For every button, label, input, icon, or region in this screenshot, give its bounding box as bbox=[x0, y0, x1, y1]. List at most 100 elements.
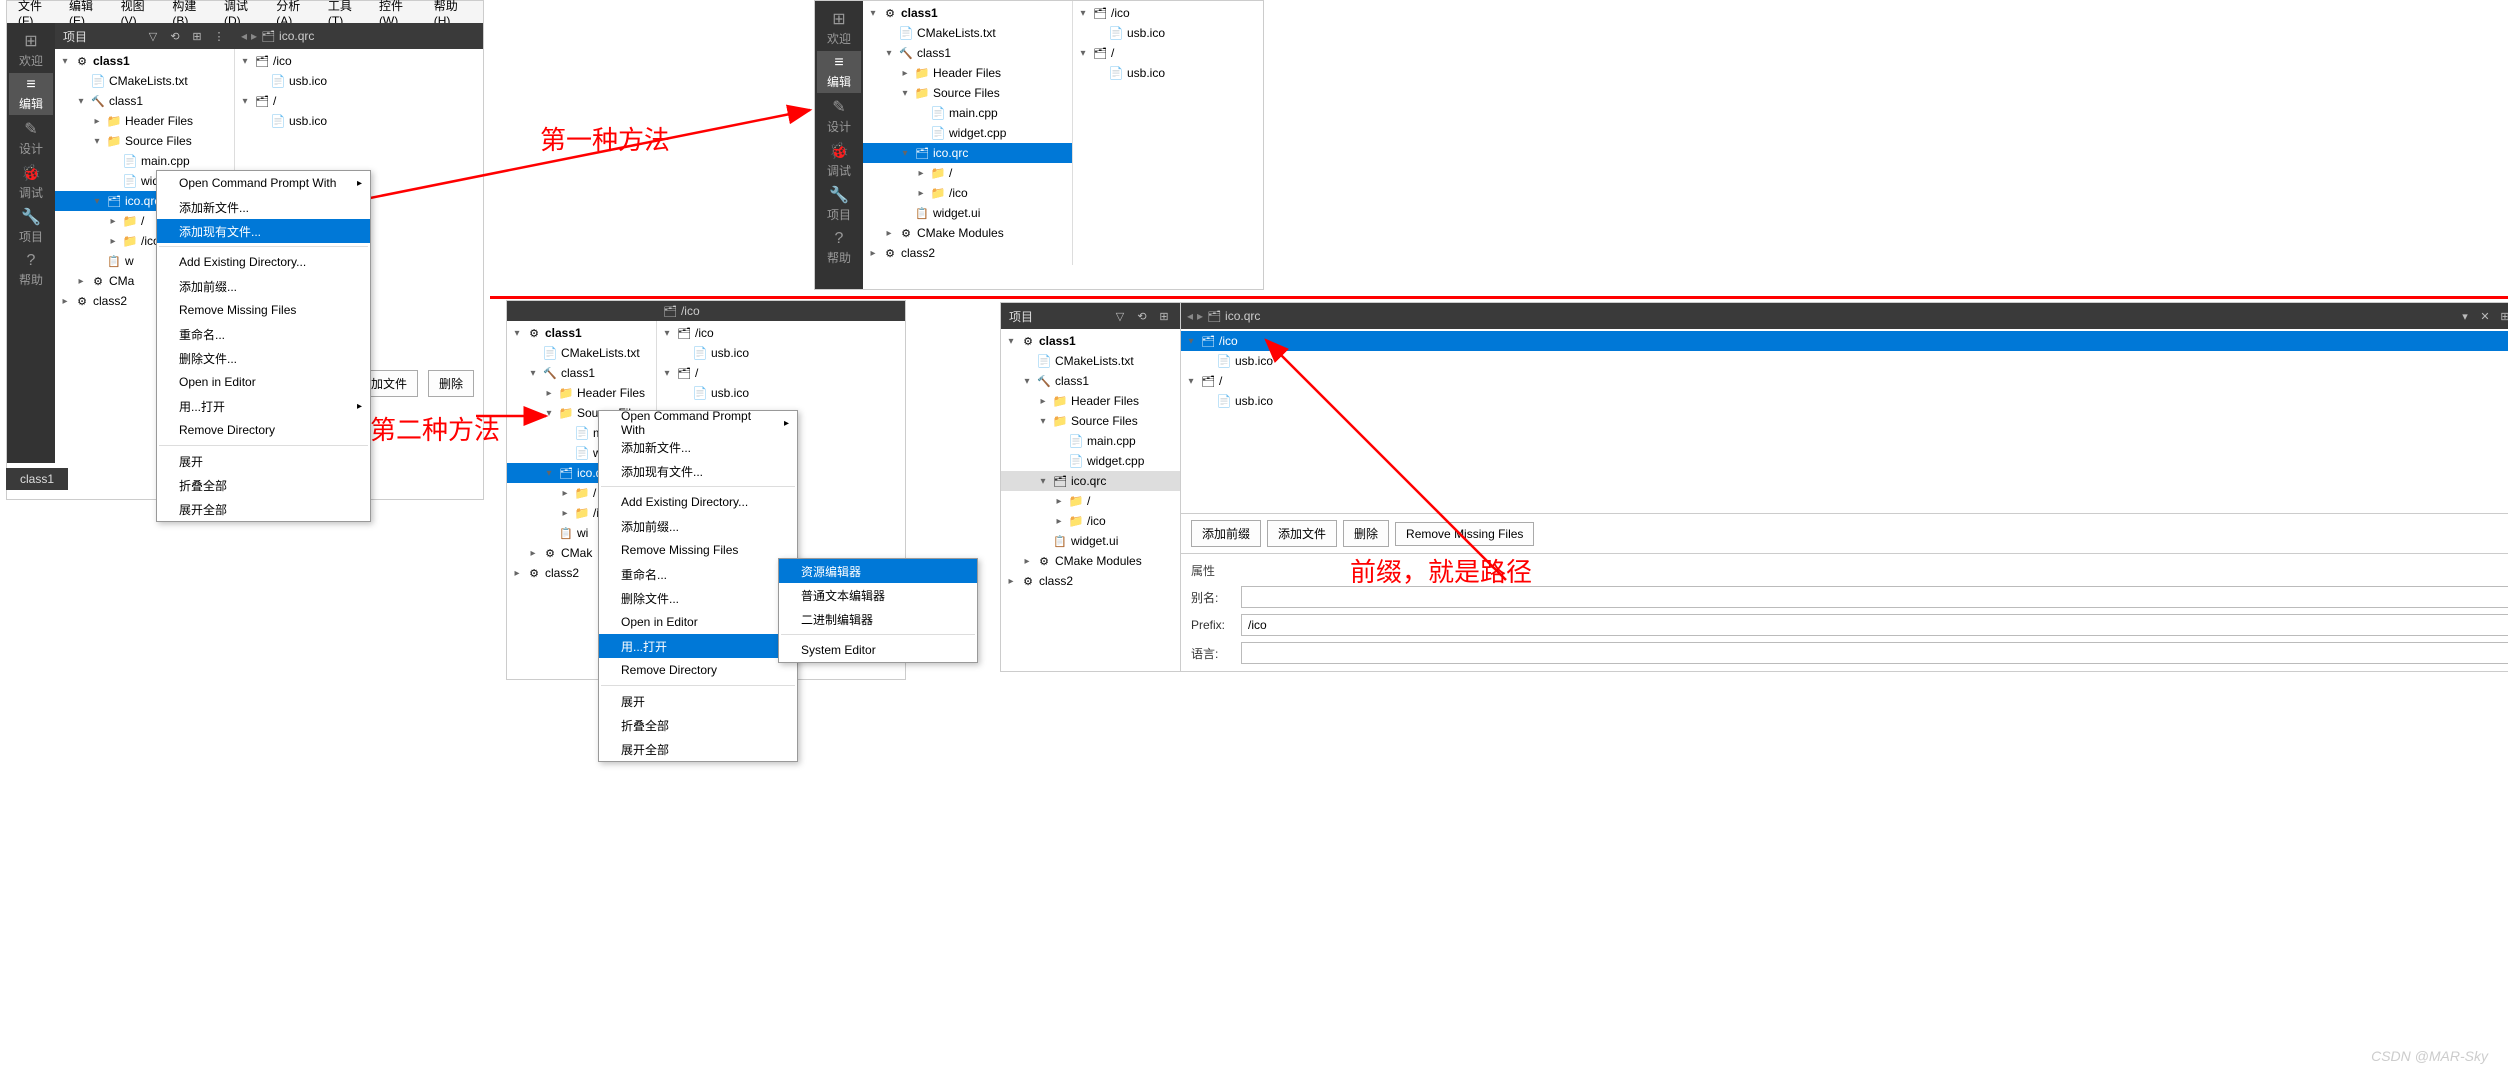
breadcrumb-file[interactable]: ico.qrc bbox=[279, 29, 314, 43]
tree-item[interactable]: ▾Source Files bbox=[863, 83, 1072, 103]
expand-icon[interactable]: ▾ bbox=[1037, 476, 1049, 487]
menu-item[interactable]: Open Command Prompt With▸ bbox=[599, 411, 797, 435]
sync-icon[interactable]: ⟲ bbox=[1134, 308, 1150, 324]
tree-item[interactable]: main.cpp bbox=[1001, 431, 1180, 451]
tree-item[interactable]: ▸class2 bbox=[1001, 571, 1180, 591]
menu-item[interactable]: 重命名... bbox=[157, 322, 370, 346]
menu-item[interactable]: Open in Editor bbox=[157, 370, 370, 394]
delete-button[interactable]: 删除 bbox=[428, 370, 474, 397]
menu-item[interactable]: 普通文本编辑器 bbox=[779, 583, 977, 607]
nav-fwd-icon[interactable]: ▸ bbox=[251, 29, 257, 43]
expand-icon[interactable]: ▸ bbox=[1005, 576, 1017, 587]
menu-item[interactable]: 删除文件... bbox=[599, 586, 797, 610]
menu-item[interactable]: 折叠全部 bbox=[599, 713, 797, 737]
menu-item[interactable]: Remove Directory bbox=[157, 418, 370, 442]
expand-icon[interactable]: ▸ bbox=[543, 388, 555, 399]
menu-item[interactable]: 重命名... bbox=[599, 562, 797, 586]
sidebar-item-调试[interactable]: 🐞调试 bbox=[817, 139, 861, 181]
breadcrumb-file[interactable]: /ico bbox=[681, 304, 700, 318]
sidebar-item-帮助[interactable]: ?帮助 bbox=[817, 227, 861, 269]
tree-item[interactable]: ▸class2 bbox=[863, 243, 1072, 263]
expand-icon[interactable]: ▾ bbox=[1185, 336, 1197, 347]
tree-item[interactable]: widget.cpp bbox=[863, 123, 1072, 143]
menu-item[interactable]: 展开全部 bbox=[157, 497, 370, 521]
menu-icon[interactable]: ⋮ bbox=[211, 28, 227, 44]
expand-icon[interactable]: ▾ bbox=[75, 96, 87, 107]
expand-icon[interactable]: ▸ bbox=[75, 276, 87, 287]
sidebar-item-调试[interactable]: 🐞调试 bbox=[9, 161, 53, 203]
expand-icon[interactable]: ▸ bbox=[107, 236, 119, 247]
sidebar-item-编辑[interactable]: ≡编辑 bbox=[9, 73, 53, 115]
dropdown-icon[interactable]: ▾ bbox=[2457, 308, 2473, 324]
tree-item[interactable]: ▸Header Files bbox=[507, 383, 656, 403]
tree-item[interactable]: ▸/ bbox=[863, 163, 1072, 183]
expand-icon[interactable]: ▾ bbox=[661, 328, 673, 339]
sidebar-item-编辑[interactable]: ≡编辑 bbox=[817, 51, 861, 93]
menu-item[interactable]: 展开全部 bbox=[599, 737, 797, 761]
resource-tree[interactable]: ▾/icousb.ico▾/usb.ico bbox=[1073, 1, 1263, 265]
menu-item[interactable]: System Editor bbox=[779, 638, 977, 662]
expand-icon[interactable]: ▾ bbox=[1077, 48, 1089, 59]
expand-icon[interactable]: ▾ bbox=[661, 368, 673, 379]
close-icon[interactable]: ✕ bbox=[2477, 308, 2493, 324]
prefix-input[interactable] bbox=[1241, 614, 2508, 636]
tree-item[interactable]: ▾/ico bbox=[1073, 3, 1263, 23]
expand-icon[interactable]: ▸ bbox=[1021, 556, 1033, 567]
expand-icon[interactable]: ▸ bbox=[1053, 496, 1065, 507]
expand-icon[interactable]: ▸ bbox=[1037, 396, 1049, 407]
expand-icon[interactable]: ▾ bbox=[527, 368, 539, 379]
sidebar-item-欢迎[interactable]: ⊞欢迎 bbox=[817, 7, 861, 49]
menu-item[interactable]: 展开 bbox=[599, 689, 797, 713]
tree-item[interactable]: ▾class1 bbox=[55, 51, 234, 71]
expand-icon[interactable]: ▸ bbox=[527, 548, 539, 559]
expand-icon[interactable]: ▾ bbox=[883, 48, 895, 59]
expand-icon[interactable]: ▾ bbox=[899, 148, 911, 159]
expand-icon[interactable]: ▾ bbox=[543, 468, 555, 479]
split-icon[interactable]: ⊞ bbox=[1156, 308, 1172, 324]
split-icon[interactable]: ⊞ bbox=[2497, 308, 2508, 324]
sidebar-item-帮助[interactable]: ?帮助 bbox=[9, 249, 53, 291]
tree-item[interactable]: ▸/ico bbox=[863, 183, 1072, 203]
menu-item[interactable]: 添加现有文件... bbox=[599, 459, 797, 483]
expand-icon[interactable]: ▸ bbox=[91, 116, 103, 127]
context-menu[interactable]: Open Command Prompt With▸添加新文件...添加现有文件.… bbox=[156, 170, 371, 522]
menu-item[interactable]: Open in Editor bbox=[599, 610, 797, 634]
menu-item[interactable]: Remove Missing Files bbox=[599, 538, 797, 562]
expand-icon[interactable]: ▸ bbox=[559, 508, 571, 519]
tree-item[interactable]: ▸Header Files bbox=[863, 63, 1072, 83]
tree-item[interactable]: ▾/ bbox=[1073, 43, 1263, 63]
tree-item[interactable]: ▾/ico bbox=[235, 51, 483, 71]
sidebar-item-设计[interactable]: ✎设计 bbox=[9, 117, 53, 159]
tree-item[interactable]: ▾/ico bbox=[657, 323, 905, 343]
tree-item[interactable]: ▾class1 bbox=[1001, 331, 1180, 351]
tree-item[interactable]: main.cpp bbox=[55, 151, 234, 171]
expand-icon[interactable]: ▸ bbox=[867, 248, 879, 259]
expand-icon[interactable]: ▾ bbox=[1037, 416, 1049, 427]
tree-item[interactable]: main.cpp bbox=[863, 103, 1072, 123]
tree-item[interactable]: usb.ico bbox=[657, 343, 905, 363]
expand-icon[interactable]: ▸ bbox=[915, 168, 927, 179]
expand-icon[interactable]: ▸ bbox=[1053, 516, 1065, 527]
menu-item[interactable]: 添加前缀... bbox=[599, 514, 797, 538]
tree-item[interactable]: ▾/ bbox=[657, 363, 905, 383]
menu-item[interactable]: Add Existing Directory... bbox=[157, 250, 370, 274]
add-prefix-button[interactable]: 添加前缀 bbox=[1191, 520, 1261, 547]
expand-icon[interactable]: ▾ bbox=[1077, 8, 1089, 19]
expand-icon[interactable]: ▾ bbox=[91, 196, 103, 207]
nav-fwd-icon[interactable]: ▸ bbox=[1197, 309, 1203, 323]
tree-item[interactable]: widget.ui bbox=[1001, 531, 1180, 551]
tree-item[interactable]: usb.ico bbox=[1073, 23, 1263, 43]
tree-item[interactable]: usb.ico bbox=[1073, 63, 1263, 83]
expand-icon[interactable]: ▸ bbox=[107, 216, 119, 227]
tree-item[interactable]: ▸Header Files bbox=[1001, 391, 1180, 411]
tree-item[interactable]: ▾Source Files bbox=[1001, 411, 1180, 431]
language-input[interactable] bbox=[1241, 642, 2508, 664]
tree-item[interactable]: ▸/ bbox=[1001, 491, 1180, 511]
expand-icon[interactable]: ▾ bbox=[239, 56, 251, 67]
sidebar-item-项目[interactable]: 🔧项目 bbox=[9, 205, 53, 247]
tree-item[interactable]: CMakeLists.txt bbox=[507, 343, 656, 363]
breadcrumb-file[interactable]: ico.qrc bbox=[1225, 309, 1260, 323]
expand-icon[interactable]: ▸ bbox=[899, 68, 911, 79]
expand-icon[interactable]: ▸ bbox=[883, 228, 895, 239]
split-icon[interactable]: ⊞ bbox=[189, 28, 205, 44]
